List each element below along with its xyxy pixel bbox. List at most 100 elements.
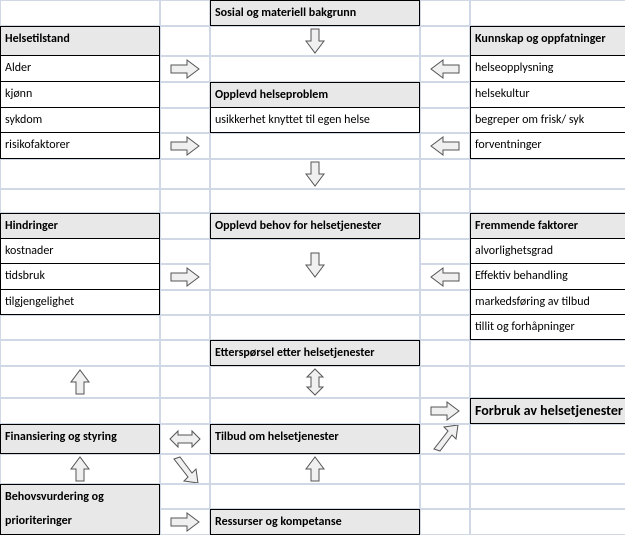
- arrow-right-icon: [160, 56, 210, 82]
- blank: [0, 0, 160, 26]
- blank: [160, 315, 210, 340]
- item-tillit: tillit og forhåpninger: [470, 315, 625, 340]
- box-fremmende: Fremmende faktorer: [470, 213, 625, 239]
- blank: [420, 290, 470, 315]
- blank: [470, 159, 625, 189]
- blank: [420, 189, 470, 213]
- item-alvorlighetsgrad: alvorlighetsgrad: [470, 239, 625, 264]
- blank: [420, 239, 470, 264]
- blank: [160, 82, 210, 108]
- blank: [160, 484, 210, 509]
- box-finansiering: Finansiering og styring: [0, 424, 160, 454]
- blank: [420, 159, 470, 189]
- blank: [210, 56, 420, 82]
- item-helsekultur: helsekultur: [470, 82, 625, 108]
- blank: [0, 398, 160, 424]
- arrow-up-icon: [0, 366, 160, 398]
- box-helsetilstand: Helsetilstand: [0, 26, 160, 56]
- item-effektiv-behandling: Effektiv behandling: [470, 264, 625, 290]
- box-ettersporsel: Etterspørsel etter helsetjenester: [210, 340, 420, 366]
- blank: [470, 424, 625, 454]
- arrow-left-icon: [420, 56, 470, 82]
- item-risikofaktorer: risikofaktorer: [0, 133, 160, 159]
- arrow-down-icon: [210, 26, 420, 56]
- item-markedsforing: markedsføring av tilbud: [470, 290, 625, 315]
- item-begreper: begreper om frisk/ syk: [470, 108, 625, 133]
- item-alder: Alder: [0, 56, 160, 82]
- box-tilbud: Tilbud om helsetjenester: [210, 424, 420, 454]
- blank: [470, 340, 625, 366]
- arrow-right-icon: [160, 133, 210, 159]
- box-kunnskap: Kunnskap og oppfatninger: [470, 26, 625, 56]
- blank: [0, 340, 160, 366]
- blank: [160, 213, 210, 239]
- item-tilgjengelighet: tilgjengelighet: [0, 290, 160, 315]
- blank: [160, 189, 210, 213]
- item-usikkerhet: usikkerhet knyttet til egen helse: [210, 108, 420, 133]
- item-tidsbruk: tidsbruk: [0, 264, 160, 290]
- blank: [420, 454, 470, 484]
- item-kostnader: kostnader: [0, 239, 160, 264]
- blank: [160, 239, 210, 264]
- blank: [210, 290, 420, 315]
- blank: [470, 454, 625, 484]
- arrow-up-icon: [0, 454, 160, 484]
- blank: [420, 108, 470, 133]
- arrow-left-icon: [420, 133, 470, 159]
- blank: [210, 398, 420, 424]
- blank: [0, 159, 160, 189]
- arrow-left-icon: [420, 264, 470, 290]
- blank: [160, 340, 210, 366]
- blank: [210, 133, 420, 159]
- blank: [160, 108, 210, 133]
- box-sosial-bakgrunn: Sosial og materiell bakgrunn: [210, 0, 420, 26]
- blank: [420, 509, 470, 535]
- box-ressurser: Ressurser og kompetanse: [210, 509, 420, 535]
- arrow-right-icon: [160, 509, 210, 535]
- arrow-down-icon: [210, 239, 420, 290]
- blank: [420, 26, 470, 56]
- box-behovsvurdering-line1: Behovsvurdering og: [0, 484, 160, 509]
- arrow-up-icon: [210, 454, 420, 484]
- blank: [210, 315, 420, 340]
- arrow-down-icon: [210, 159, 420, 189]
- blank: [470, 509, 625, 535]
- arrow-right-icon: [160, 264, 210, 290]
- box-behovsvurdering-line2: prioriteringer: [0, 509, 160, 535]
- arrow-downright-icon: [160, 454, 210, 484]
- box-hindringer: Hindringer: [0, 213, 160, 239]
- blank: [160, 159, 210, 189]
- blank: [420, 340, 470, 366]
- box-opplevd-behov: Opplevd behov for helsetjenester: [210, 213, 420, 239]
- arrow-updown-icon: [210, 366, 420, 398]
- blank: [470, 0, 625, 26]
- blank: [160, 0, 210, 26]
- blank: [420, 82, 470, 108]
- blank: [160, 290, 210, 315]
- blank: [420, 213, 470, 239]
- blank: [160, 366, 210, 398]
- blank: [420, 0, 470, 26]
- item-sykdom: sykdom: [0, 108, 160, 133]
- blank: [0, 189, 160, 213]
- item-helseopplysning: helseopplysning: [470, 56, 625, 82]
- blank: [470, 366, 625, 398]
- blank: [160, 26, 210, 56]
- blank: [210, 189, 420, 213]
- diagram-grid: Sosial og materiell bakgrunn Helsetilsta…: [0, 0, 625, 535]
- blank: [470, 484, 625, 509]
- blank: [420, 366, 470, 398]
- box-forbruk: Forbruk av helsetjenester: [470, 398, 625, 424]
- blank: [420, 315, 470, 340]
- arrow-right-icon: [420, 398, 470, 424]
- arrow-leftright-icon: [160, 424, 210, 454]
- blank: [0, 315, 160, 340]
- blank: [420, 484, 470, 509]
- blank: [160, 398, 210, 424]
- blank: [470, 189, 625, 213]
- box-opplevd-helseproblem: Opplevd helseproblem: [210, 82, 420, 108]
- blank: [210, 484, 420, 509]
- item-forventninger: forventninger: [470, 133, 625, 159]
- arrow-upright-icon: [420, 424, 470, 454]
- item-kjonn: kjønn: [0, 82, 160, 108]
